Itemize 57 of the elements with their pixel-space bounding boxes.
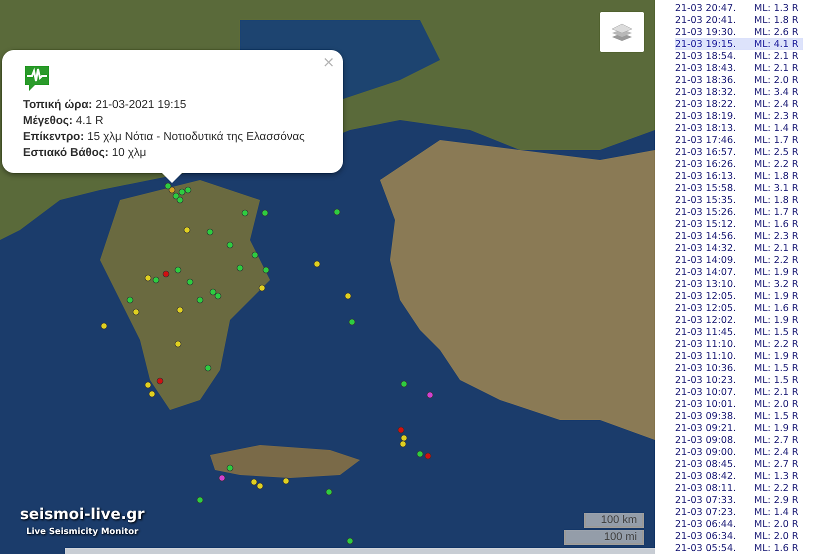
earthquake-list-item[interactable]: 21-03 18:13. ML: 1.4 R: [675, 122, 803, 134]
earthquake-list-item[interactable]: 21-03 05:54. ML: 1.6 R: [675, 542, 803, 554]
earthquake-list-item[interactable]: 21-03 09:08. ML: 2.7 R: [675, 434, 803, 446]
earthquake-list-item[interactable]: 21-03 09:00. ML: 2.4 R: [675, 446, 803, 458]
earthquake-list-item[interactable]: 21-03 08:45. ML: 2.7 R: [675, 458, 803, 470]
scale-bar: 100 mi: [564, 530, 644, 545]
earthquake-list-item[interactable]: 21-03 14:32. ML: 2.1 R: [675, 242, 803, 254]
layers-icon: [611, 21, 633, 43]
earthquake-list-item[interactable]: 21-03 13:10. ML: 3.2 R: [675, 278, 803, 290]
earthquake-list-item[interactable]: 21-03 12:05. ML: 1.9 R: [675, 290, 803, 302]
earthquake-list-item[interactable]: 21-03 18:43. ML: 2.1 R: [675, 62, 803, 74]
earthquake-list-item[interactable]: 21-03 10:23. ML: 1.5 R: [675, 374, 803, 386]
site-tagline: Live Seismicity Monitor: [26, 527, 138, 537]
earthquake-list-item[interactable]: 21-03 14:09. ML: 2.2 R: [675, 254, 803, 266]
site-logo-text: seismoi-live.gr: [20, 505, 145, 523]
earthquake-list-item[interactable]: 21-03 19:15. ML: 4.1 R: [675, 38, 803, 50]
earthquake-list-item[interactable]: 21-03 19:30. ML: 2.6 R: [675, 26, 803, 38]
popup-detail-text: Μέγεθος: 4.1 R: [23, 114, 104, 129]
earthquake-list-item[interactable]: 21-03 18:36. ML: 2.0 R: [675, 74, 803, 86]
earthquake-list-item[interactable]: 21-03 10:07. ML: 2.1 R: [675, 386, 803, 398]
seismograph-icon: [23, 64, 51, 92]
earthquake-list-item[interactable]: 21-03 16:57. ML: 2.5 R: [675, 146, 803, 158]
earthquake-list-item[interactable]: 21-03 09:21. ML: 1.9 R: [675, 422, 803, 434]
earthquake-list-item[interactable]: 21-03 07:23. ML: 1.4 R: [675, 506, 803, 518]
earthquake-list-item[interactable]: 21-03 11:45. ML: 1.5 R: [675, 326, 803, 338]
popup-detail-text: Επίκεντρο: 15 χλμ Νότια - Νοτιοδυτικά της Ελασσόνας: [23, 130, 306, 145]
popup-detail-text: Εστιακό Βάθος: 10 χλμ: [23, 146, 148, 161]
earthquake-list-item[interactable]: 21-03 08:42. ML: 1.3 R: [675, 470, 803, 482]
earthquake-list-item[interactable]: 21-03 15:26. ML: 1.7 R: [675, 206, 803, 218]
earthquake-list-item[interactable]: 21-03 06:44. ML: 2.0 R: [675, 518, 803, 530]
earthquake-list-item[interactable]: 21-03 18:22. ML: 2.4 R: [675, 98, 803, 110]
earthquake-list-item[interactable]: 21-03 10:01. ML: 2.0 R: [675, 398, 803, 410]
popup-detail-text: Τοπική ώρα: 21-03-2021 19:15: [23, 98, 188, 113]
earthquake-list-item[interactable]: 21-03 15:12. ML: 1.6 R: [675, 218, 803, 230]
earthquake-list-item[interactable]: 21-03 17:46. ML: 1.7 R: [675, 134, 803, 146]
earthquake-list-item[interactable]: 21-03 14:56. ML: 2.3 R: [675, 230, 803, 242]
earthquake-list-item[interactable]: 21-03 07:33. ML: 2.9 R: [675, 494, 803, 506]
earthquake-list-item[interactable]: 21-03 20:41. ML: 1.8 R: [675, 14, 803, 26]
layers-button[interactable]: [600, 12, 644, 52]
earthquake-list-item[interactable]: 21-03 11:10. ML: 2.2 R: [675, 338, 803, 350]
earthquake-list-item[interactable]: 21-03 08:11. ML: 2.2 R: [675, 482, 803, 494]
earthquake-list-item[interactable]: 21-03 12:02. ML: 1.9 R: [675, 314, 803, 326]
earthquake-list-item[interactable]: 21-03 11:10. ML: 1.9 R: [675, 350, 803, 362]
earthquake-list-item[interactable]: 21-03 20:47. ML: 1.3 R: [675, 2, 803, 14]
earthquake-list-item[interactable]: 21-03 16:26. ML: 2.2 R: [675, 158, 803, 170]
earthquake-list-item[interactable]: 21-03 10:36. ML: 1.5 R: [675, 362, 803, 374]
earthquake-list-item[interactable]: 21-03 18:54. ML: 2.1 R: [675, 50, 803, 62]
earthquake-list-item[interactable]: 21-03 06:34. ML: 2.0 R: [675, 530, 803, 542]
earthquake-list-item[interactable]: 21-03 15:35. ML: 1.8 R: [675, 194, 803, 206]
scale-bar: 100 km: [584, 513, 644, 528]
earthquake-list-item[interactable]: 21-03 09:38. ML: 1.5 R: [675, 410, 803, 422]
earthquake-list-item[interactable]: 21-03 15:58. ML: 3.1 R: [675, 182, 803, 194]
earthquake-list-item[interactable]: 21-03 18:32. ML: 3.4 R: [675, 86, 803, 98]
earthquake-list-item[interactable]: 21-03 16:13. ML: 1.8 R: [675, 170, 803, 182]
earthquake-list-item[interactable]: 21-03 18:19. ML: 2.3 R: [675, 110, 803, 122]
earthquake-list-item[interactable]: 21-03 12:05. ML: 1.6 R: [675, 302, 803, 314]
earthquake-list-item[interactable]: 21-03 14:07. ML: 1.9 R: [675, 266, 803, 278]
